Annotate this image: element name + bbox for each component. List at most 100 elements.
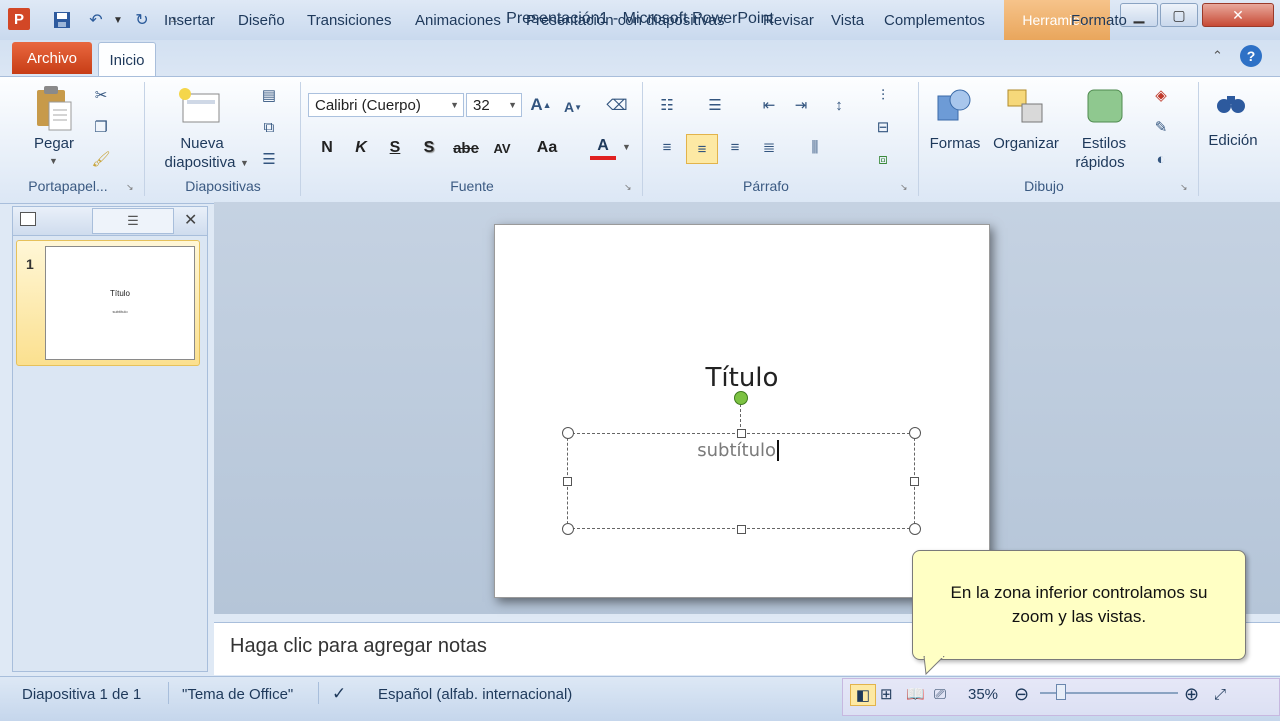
tab-complementos[interactable]: Complementos [884,8,985,32]
grow-font-icon[interactable]: A ▲ [530,94,552,116]
strikethrough-button[interactable]: abe [450,136,482,160]
nueva-diapositiva-line1[interactable]: Nueva [150,134,254,153]
resize-handle[interactable] [737,429,746,438]
zoom-level[interactable]: 35% [968,684,998,704]
font-color-button[interactable]: A [590,136,616,160]
slide-sorter-icon[interactable]: ⊞ [880,684,893,704]
resize-handle[interactable] [562,427,574,439]
tab-animaciones[interactable]: Animaciones [415,8,501,32]
slide-thumbnail[interactable]: Título subtítulo [45,246,195,360]
layout-icon[interactable]: ▤ [258,84,280,106]
change-case-button[interactable]: Aa [532,136,562,160]
shape-effects-icon[interactable]: ◐ [1150,148,1172,170]
line-spacing-icon[interactable]: ↕ [828,94,850,116]
theme-status[interactable]: "Tema de Office" [182,684,293,704]
tab-revisar[interactable]: Revisar [763,8,814,32]
resize-handle[interactable] [737,525,746,534]
paste-icon[interactable] [30,82,78,134]
fit-to-window-icon[interactable]: ⤢ [1214,684,1226,704]
language-status[interactable]: Español (alfab. internacional) [378,684,572,704]
shadow-button[interactable]: S [416,136,442,160]
spellcheck-icon[interactable]: ✓ [332,684,346,704]
zoom-out-icon[interactable]: ⊖ [1014,684,1029,704]
section-icon[interactable]: ☰ [258,148,280,170]
rotation-handle[interactable] [734,391,748,405]
tab-presentacion[interactable]: Presentación con diapositivas [526,8,724,32]
bold-button[interactable]: N [314,136,340,160]
resize-handle[interactable] [909,427,921,439]
quick-styles-icon[interactable] [1082,84,1130,128]
nueva-diapositiva-line2[interactable]: diapositiva [150,153,250,172]
new-slide-icon[interactable] [176,84,224,128]
tab-transiciones[interactable]: Transiciones [307,8,391,32]
outline-tab-icon[interactable]: ☰ [92,208,174,234]
maximize-button[interactable]: ▢ [1160,3,1198,27]
formas-button[interactable]: Formas [924,134,986,153]
resize-handle[interactable] [909,523,921,535]
zoom-slider-thumb[interactable] [1056,684,1066,700]
chevron-down-icon[interactable]: ▼ [240,158,249,168]
tab-archivo[interactable]: Archivo [12,42,92,74]
resize-handle[interactable] [910,477,919,486]
organizar-button[interactable]: Organizar [986,134,1066,153]
dialog-launcher-icon[interactable]: ↘ [126,182,134,193]
align-text-icon[interactable]: ⊟ [872,116,894,138]
font-size-combo[interactable]: 32 ▼ [466,93,522,117]
align-left-icon[interactable]: ≡ [656,136,678,158]
dialog-launcher-icon[interactable]: ↘ [900,182,908,193]
subtitle-textbox[interactable]: subtítulo [567,433,915,529]
resize-handle[interactable] [562,523,574,535]
zoom-in-icon[interactable]: ⊕ [1184,684,1199,704]
align-right-icon[interactable]: ≡ [724,136,746,158]
bullets-icon[interactable]: ☷ [656,94,678,116]
estilos-line2[interactable]: rápidos [1066,153,1134,172]
slides-tab-icon[interactable] [20,212,36,226]
edicion-button[interactable]: Edición [1202,131,1264,150]
estilos-line1[interactable]: Estilos [1068,134,1140,153]
text-direction-icon[interactable]: ⫶ [872,84,894,106]
align-center-icon[interactable]: ≡ [686,134,718,164]
dialog-launcher-icon[interactable]: ↘ [1180,182,1188,193]
cut-icon[interactable]: ✂ [90,84,112,106]
resize-handle[interactable] [563,477,572,486]
copy-icon[interactable]: ❐ [90,116,112,138]
columns-icon[interactable]: ⫼ [804,136,826,158]
normal-view-icon[interactable]: ◧ [850,684,876,706]
tab-formato[interactable]: Formato [1071,8,1127,32]
shapes-icon[interactable] [932,84,976,128]
font-name-combo[interactable]: Calibri (Cuerpo) ▼ [308,93,464,117]
tab-vista[interactable]: Vista [831,8,864,32]
increase-indent-icon[interactable]: ⇥ [790,94,812,116]
numbering-icon[interactable]: ☰ [704,94,726,116]
chevron-down-icon[interactable]: ▼ [622,142,631,152]
justify-icon[interactable]: ≣ [758,136,780,158]
close-button[interactable]: ✕ [1202,3,1274,27]
format-painter-icon[interactable]: 🖌 [90,148,112,170]
slideshow-view-icon[interactable]: ⎚ [934,684,946,704]
slide[interactable]: Título [494,224,990,598]
smartart-icon[interactable]: ⧈ [872,148,894,170]
dialog-launcher-icon[interactable]: ↘ [624,182,632,193]
tab-inicio[interactable]: Inicio [98,42,156,77]
reset-slide-icon[interactable]: ⧉ [258,116,280,138]
tab-diseno[interactable]: Diseño [238,8,285,32]
slide-title[interactable]: Título [495,363,989,393]
slide-count-status[interactable]: Diapositiva 1 de 1 [22,684,141,704]
decrease-indent-icon[interactable]: ⇤ [758,94,780,116]
character-spacing-button[interactable]: AV [488,136,516,160]
minimize-ribbon-icon[interactable]: ⌃ [1212,48,1223,64]
close-panel-icon[interactable]: ✕ [184,210,197,230]
arrange-icon[interactable] [1002,84,1050,128]
shrink-font-icon[interactable]: A ▼ [562,96,584,118]
tab-insertar[interactable]: Insertar [164,8,215,32]
underline-button[interactable]: S [382,136,408,160]
shape-fill-icon[interactable]: ◈ [1150,84,1172,106]
help-icon[interactable]: ? [1240,45,1262,67]
chevron-down-icon[interactable]: ▼ [49,156,58,166]
shape-outline-icon[interactable]: ✎ [1150,116,1172,138]
italic-button[interactable]: K [348,136,374,160]
clear-format-icon[interactable]: ⌫ [606,94,628,116]
reading-view-icon[interactable]: 📖 [906,684,925,704]
pegar-button[interactable]: Pegar [26,134,82,153]
binoculars-icon[interactable] [1214,86,1248,120]
